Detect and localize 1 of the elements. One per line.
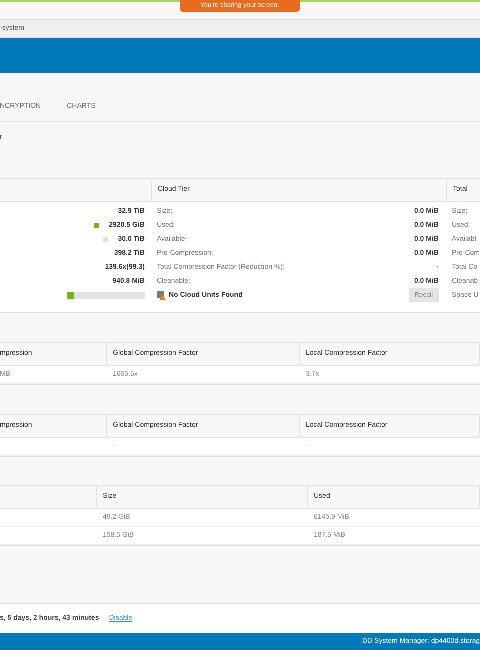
warning-icon (156, 290, 166, 300)
